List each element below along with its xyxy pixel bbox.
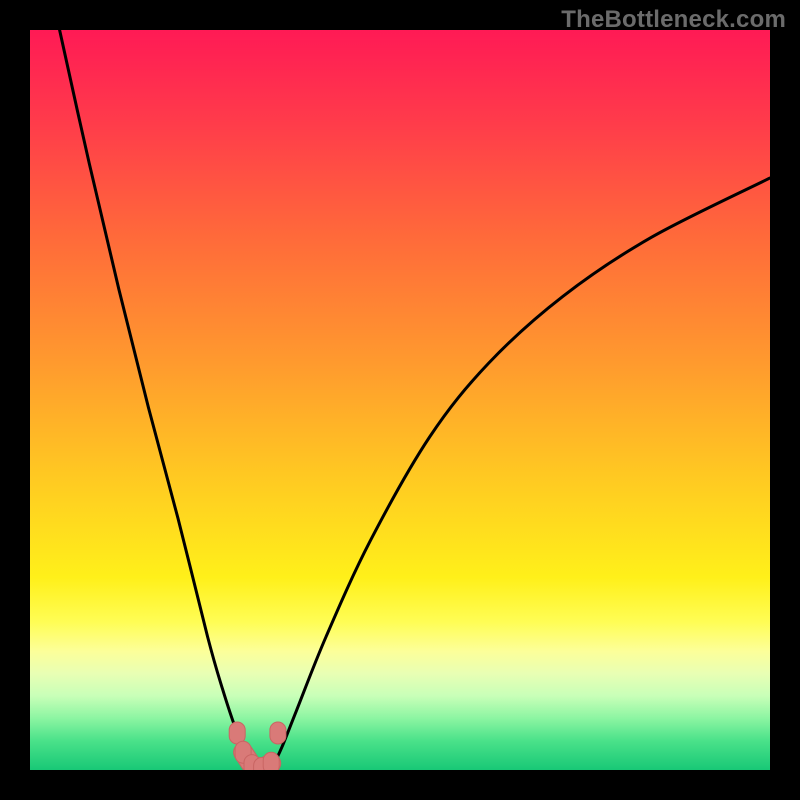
chart-svg (30, 30, 770, 770)
curve-marker (229, 722, 245, 744)
plot-area (30, 30, 770, 770)
curve-marker (263, 752, 279, 770)
chart-frame: TheBottleneck.com (0, 0, 800, 800)
curve-marker (270, 722, 286, 744)
gradient-background (30, 30, 770, 770)
